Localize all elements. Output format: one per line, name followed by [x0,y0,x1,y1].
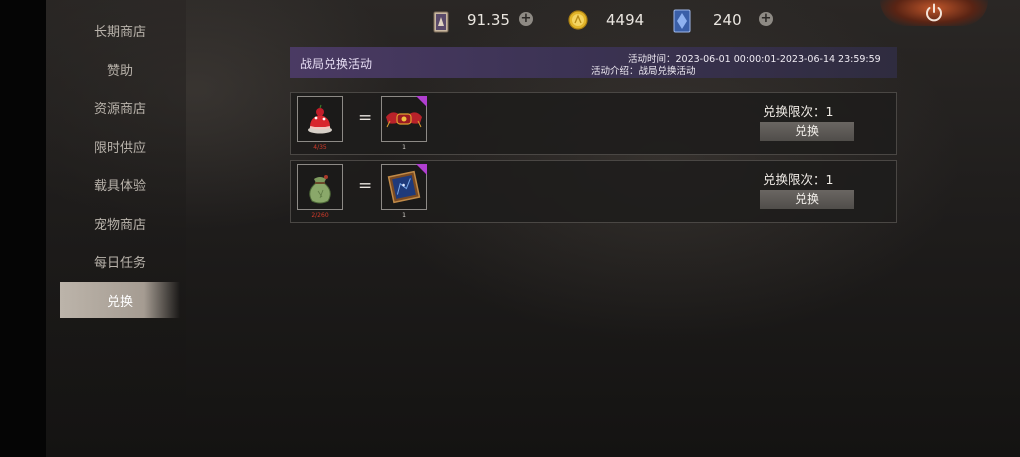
crystal-card-currency-value: 240 [713,11,742,29]
cost-item-slot[interactable] [297,164,343,210]
power-button[interactable] [880,0,988,26]
sidebar-item-label: 长期商店 [93,24,146,40]
sidebar: 长期商店 赞助 资源商店 限时供应 载具体验 宠物商店 每日任务 兑换 [46,0,186,457]
cost-item-slot[interactable] [297,96,343,142]
crystal-card-icon [673,9,691,33]
exchange-button[interactable]: 兑换 [760,122,854,141]
screen-bezel [0,0,46,457]
reward-item-slot[interactable] [381,164,427,210]
sidebar-item-label: 宠物商店 [93,217,146,233]
exchange-row: 2/260 = 1 兑换限次：1 兑换 [290,160,897,223]
card-icon [433,11,449,33]
gold-currency-value: 4494 [606,11,645,29]
add-card-currency-button[interactable]: + [519,12,533,26]
sidebar-item-label: 资源商店 [93,101,146,117]
sidebar-item-limited-supply[interactable]: 限时供应 [60,128,180,164]
pouch-icon [309,175,331,204]
sidebar-item-label: 赞助 [106,63,133,79]
game-screen: 长期商店 赞助 资源商店 限时供应 载具体验 宠物商店 每日任务 兑换 91.3… [0,0,1020,457]
reward-item-count: 1 [402,212,406,219]
equals-sign: = [358,108,373,128]
cost-item-count: 2/260 [311,212,329,219]
activity-intro: 活动介绍：战局兑换活动 [591,66,696,77]
sidebar-item-label: 兑换 [106,294,133,310]
exchange-button[interactable]: 兑换 [760,190,854,209]
activity-banner: 战局兑换活动 活动时间：2023-06-01 00:00:01-2023-06-… [290,47,897,78]
power-icon [926,3,942,22]
sidebar-item-sponsor[interactable]: 赞助 [60,51,180,87]
equals-sign: = [358,176,373,196]
rarity-corner-marker [416,164,427,175]
plus-icon: + [760,11,772,26]
cost-item-count: 4/35 [313,144,327,151]
sidebar-item-label: 限时供应 [93,140,146,156]
sidebar-item-label: 每日任务 [93,255,146,271]
gold-coin-icon [568,10,588,30]
exchange-row: 4/35 = 1 兑换限次：1 兑换 [290,92,897,155]
exchange-limit-label: 兑换限次：1 [763,104,834,119]
sidebar-item-resource-shop[interactable]: 资源商店 [60,89,180,125]
reward-item-count: 1 [402,144,406,151]
sidebar-item-long-term-shop[interactable]: 长期商店 [60,12,180,48]
exchange-limit-label: 兑换限次：1 [763,172,834,187]
add-crystal-card-button[interactable]: + [759,12,773,26]
plus-icon: + [520,11,532,26]
cake-icon [308,104,332,134]
reward-item-slot[interactable] [381,96,427,142]
sidebar-item-exchange[interactable]: 兑换 [60,282,180,318]
activity-title: 战局兑换活动 [300,57,373,71]
sidebar-item-vehicle-trial[interactable]: 载具体验 [60,166,180,202]
rarity-corner-marker [416,96,427,107]
sidebar-item-daily-tasks[interactable]: 每日任务 [60,243,180,279]
card-currency-value: 91.35 [467,11,510,29]
sidebar-item-pet-shop[interactable]: 宠物商店 [60,205,180,241]
sidebar-item-label: 载具体验 [93,178,146,194]
